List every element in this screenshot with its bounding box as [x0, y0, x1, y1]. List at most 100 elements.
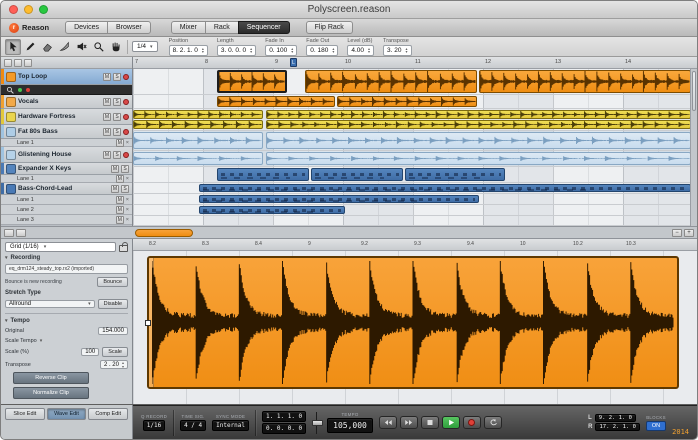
clip-edge-marker[interactable] [145, 320, 151, 326]
scale-button[interactable]: Scale [102, 347, 128, 357]
arrangement-area[interactable]: 7 8 9 10 11 12 13 14 L [133, 57, 697, 226]
rewind-button[interactable] [379, 416, 397, 429]
loop-button[interactable] [484, 416, 502, 429]
zoom-in-button[interactable]: + [684, 229, 694, 237]
timesig-value[interactable]: 4 / 4 [180, 420, 206, 431]
bar-ruler[interactable]: 7 8 9 10 11 12 13 14 L [133, 57, 697, 69]
browser-button[interactable]: Browser [107, 21, 151, 34]
stretch-type-dropdown[interactable]: Allround ▾ [5, 300, 95, 308]
stepper-icon[interactable]: ▴▾ [368, 47, 370, 54]
audio-clip[interactable] [305, 70, 477, 93]
editor-audio-clip[interactable] [147, 256, 679, 389]
tempo-fader[interactable] [312, 411, 321, 435]
bounce-button[interactable]: Bounce [97, 277, 128, 287]
audio-clip[interactable] [133, 152, 263, 165]
arrange-row-hardware-fortress[interactable] [133, 109, 697, 131]
left-locator-flag[interactable]: L [290, 58, 297, 67]
left-locator-value[interactable]: 9. 2. 1. 0 [595, 414, 636, 422]
arrange-row-bcl-lane2[interactable] [133, 194, 697, 205]
audio-clip[interactable] [133, 110, 263, 119]
vertical-scrollbar-handle[interactable] [692, 71, 696, 111]
slice-edit-button[interactable]: Slice Edit [5, 408, 45, 420]
quantize-value[interactable]: 1/16 [143, 420, 165, 431]
tempo-value[interactable]: 105,000 [327, 418, 373, 433]
mute-button[interactable]: M [103, 98, 111, 106]
eraser-tool[interactable] [39, 39, 55, 55]
fade-out-value[interactable]: 0. 180▴▾ [306, 45, 338, 56]
mute-button[interactable]: M [111, 165, 119, 173]
arrange-row-bcl-lane1[interactable] [133, 183, 697, 194]
right-locator-value[interactable]: 17. 2. 1. 0 [595, 423, 639, 431]
mute-button[interactable]: M [103, 73, 111, 81]
audio-clip[interactable] [266, 132, 691, 149]
horizontal-scrollbar-handle[interactable] [135, 229, 193, 237]
magnify-tool[interactable] [90, 39, 106, 55]
record-arm-button[interactable] [123, 129, 129, 135]
audio-clip[interactable] [479, 70, 691, 93]
solo-button[interactable]: S [113, 113, 121, 121]
lane-mute-button[interactable]: M [116, 139, 124, 147]
lane-row[interactable]: Lane 1 M × [1, 195, 132, 205]
lane-row[interactable]: Lane 1 M × [1, 139, 132, 147]
sequencer-button[interactable]: Sequencer [238, 21, 290, 34]
track-tool-icon[interactable] [24, 59, 32, 67]
blocks-on-button[interactable]: ON [646, 421, 666, 431]
lock-icon[interactable] [119, 245, 128, 252]
grid-dropdown[interactable]: Grid (1/16) ▾ [5, 242, 116, 252]
track-expander-x-keys[interactable]: Expander X Keys M S [1, 163, 132, 175]
audio-clip[interactable] [217, 96, 335, 107]
fade-in-value[interactable]: 0. 100▴▾ [265, 45, 297, 56]
track-tool-icon[interactable] [4, 59, 12, 67]
track-vocals[interactable]: Vocals M S [1, 95, 132, 109]
stepper-icon[interactable]: ▴▾ [202, 47, 204, 54]
record-button[interactable] [463, 416, 481, 429]
scroll-button[interactable] [16, 229, 26, 237]
solo-button[interactable]: S [121, 165, 129, 173]
close-window-button[interactable] [9, 5, 18, 14]
stepper-icon[interactable]: ▴▾ [406, 47, 408, 54]
scale-tempo-label[interactable]: Scale Tempo [5, 338, 37, 344]
sync-value[interactable]: Internal [212, 420, 249, 431]
solo-button[interactable]: S [113, 98, 121, 106]
search-icon[interactable] [6, 86, 14, 94]
devices-button[interactable]: Devices [65, 21, 108, 34]
track-tool-icon[interactable] [14, 59, 22, 67]
horizontal-scrollbar[interactable]: − + [1, 227, 697, 239]
mute-button[interactable]: M [103, 151, 111, 159]
mute-button[interactable]: M [103, 113, 111, 121]
lane-close-icon[interactable]: × [126, 217, 129, 223]
lane-close-icon[interactable]: × [126, 176, 129, 182]
clip-transpose-value[interactable]: 2 . 20 ▴▾ [100, 360, 128, 369]
lane-close-icon[interactable]: × [126, 207, 129, 213]
lane-mute-button[interactable]: M [116, 196, 124, 204]
mute-tool[interactable] [73, 39, 89, 55]
audio-clip[interactable] [266, 152, 691, 165]
audio-clip[interactable] [133, 132, 263, 149]
midi-clip[interactable] [217, 168, 309, 181]
record-arm-button[interactable] [123, 99, 129, 105]
stepper-icon[interactable]: ▴▾ [122, 361, 124, 368]
lane-close-icon[interactable]: × [126, 140, 129, 146]
midi-clip[interactable] [311, 168, 403, 181]
hand-tool[interactable] [107, 39, 123, 55]
flip-rack-button[interactable]: Flip Rack [306, 21, 353, 34]
arrange-row-bcl-lane3[interactable] [133, 205, 697, 216]
zoom-window-button[interactable] [39, 5, 48, 14]
razor-tool[interactable] [56, 39, 72, 55]
scroll-button[interactable] [4, 229, 14, 237]
arrange-row-expander-x-keys[interactable] [133, 167, 697, 183]
lane-mute-button[interactable]: M [116, 216, 124, 224]
position-value[interactable]: 8. 2. 1. 0▴▾ [169, 45, 208, 56]
normalize-clip-button[interactable]: Normalize Clip [13, 387, 89, 399]
track-glistening-house[interactable]: Glistening House M S [1, 147, 132, 163]
zoom-out-button[interactable]: − [672, 229, 682, 237]
solo-button[interactable]: S [113, 73, 121, 81]
arrange-row-empty[interactable] [133, 216, 697, 226]
arrange-row-fat-80s-bass[interactable] [133, 131, 697, 151]
arrange-row-top-loop[interactable] [133, 69, 697, 95]
midi-clip[interactable] [199, 184, 691, 192]
mute-button[interactable]: M [103, 128, 111, 136]
comp-edit-button[interactable]: Comp Edit [88, 408, 128, 420]
tempo-section-header[interactable]: ▾ Tempo [5, 318, 128, 324]
stop-button[interactable] [421, 416, 439, 429]
